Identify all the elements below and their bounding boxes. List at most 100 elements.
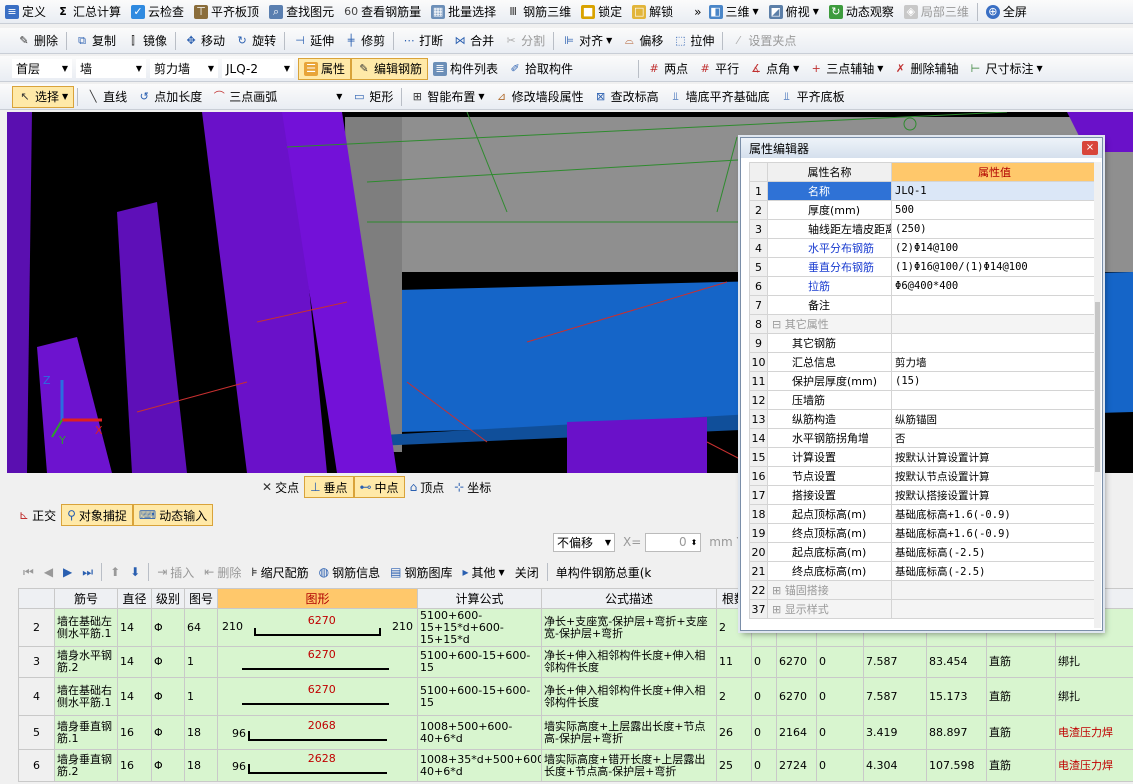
break-button[interactable]: ⋯ 打断 bbox=[397, 30, 448, 52]
move-down-button[interactable]: ⬇ bbox=[125, 561, 145, 583]
table-row[interactable]: 3 墙身水平钢筋.2 14 Φ 1 6270 5100+600-15+600-15 净长+伸入… bbox=[18, 646, 1133, 678]
align-button[interactable]: ⊫ 对齐 ▼ bbox=[557, 30, 617, 52]
property-row[interactable]: 19 终点顶标高(m) 基础底标高+1.6(-0.9) bbox=[749, 523, 1098, 543]
property-row[interactable]: 1 名称 JLQ-1 bbox=[749, 181, 1098, 201]
merge-button[interactable]: ⋈ 合并 bbox=[448, 30, 499, 52]
move-up-button[interactable]: ⬆ bbox=[105, 561, 125, 583]
close-grid-button[interactable]: 关闭 bbox=[510, 561, 544, 583]
property-value[interactable]: 基础底标高(-2.5) bbox=[891, 542, 1098, 562]
rebar-info-button[interactable]: ◍ 钢筋信息 bbox=[314, 561, 386, 583]
three-point-arc-button[interactable]: ⌒ 三点画弧 ▼ bbox=[207, 86, 347, 108]
table-row[interactable]: 5 墙身垂直钢筋.1 16 Φ 18 96 2068 1008+500+600-40+6*d 墙… bbox=[18, 715, 1133, 750]
subtype-select[interactable]: 剪力墙 ▼ bbox=[150, 59, 218, 78]
floor-select[interactable]: 首层 ▼ bbox=[12, 59, 72, 78]
prev-record-button[interactable]: ◀ bbox=[39, 561, 58, 583]
modify-wall-button[interactable]: ⊿ 修改墙段属性 bbox=[490, 86, 589, 108]
wall-bottom-align-button[interactable]: ⫫ 墙底平齐基础底 bbox=[664, 86, 775, 108]
property-value[interactable]: 纵筋锚固 bbox=[891, 409, 1098, 429]
scale-rebar-button[interactable]: ⊧ 缩尺配筋 bbox=[246, 561, 313, 583]
property-row[interactable]: 15 计算设置 按默认计算设置计算 bbox=[749, 447, 1098, 467]
align-slab-top-button[interactable]: ⊤ 平齐板顶 bbox=[189, 1, 264, 23]
delete-button[interactable]: ✎ 删除 bbox=[12, 30, 63, 52]
property-value[interactable] bbox=[891, 599, 1098, 619]
object-snap-button[interactable]: ⚲ 对象捕捉 bbox=[61, 504, 133, 526]
property-row[interactable]: 13 纵筋构造 纵筋锚固 bbox=[749, 409, 1098, 429]
property-row[interactable]: 17 搭接设置 按默认搭接设置计算 bbox=[749, 485, 1098, 505]
snap-vertex-button[interactable]: ⌂ 顶点 bbox=[405, 476, 450, 498]
property-row[interactable]: 8 ⊟ 其它属性 bbox=[749, 314, 1098, 334]
property-row[interactable]: 7 备注 bbox=[749, 295, 1098, 315]
property-value[interactable]: 500 bbox=[891, 200, 1098, 220]
property-scrollbar[interactable] bbox=[1094, 162, 1101, 628]
grid-delete-button[interactable]: ⇤ 删除 bbox=[199, 561, 246, 583]
view-3d-button[interactable]: ◧ 三维 ▼ bbox=[704, 1, 764, 23]
dynamic-input-button[interactable]: ⌨ 动态输入 bbox=[132, 504, 214, 526]
property-row[interactable]: 16 节点设置 按默认节点设置计算 bbox=[749, 466, 1098, 486]
property-value[interactable]: (250) bbox=[891, 219, 1098, 239]
set-grip-button[interactable]: ⁄ 设置夹点 bbox=[726, 30, 801, 52]
property-row[interactable]: 11 保护层厚度(mm) (15) bbox=[749, 371, 1098, 391]
last-record-button[interactable]: ⏭ bbox=[77, 561, 98, 583]
two-point-button[interactable]: # 两点 bbox=[642, 58, 693, 80]
property-row[interactable]: 22 ⊞ 锚固搭接 bbox=[749, 580, 1098, 600]
property-value[interactable]: 剪力墙 bbox=[891, 352, 1098, 372]
cloud-check-button[interactable]: ✓ 云检查 bbox=[126, 1, 189, 23]
property-value[interactable]: 基础底标高+1.6(-0.9) bbox=[891, 523, 1098, 543]
three-point-axis-button[interactable]: + 三点辅轴 ▼ bbox=[804, 58, 888, 80]
table-row[interactable]: 6 墙身垂直钢筋.2 16 Φ 18 96 2628 1008+35*d+500+600-40… bbox=[18, 749, 1133, 782]
dynamic-orbit-button[interactable]: ↻ 动态观察 bbox=[824, 1, 899, 23]
property-value[interactable] bbox=[891, 333, 1098, 353]
check-elevation-button[interactable]: ⊠ 查改标高 bbox=[589, 86, 664, 108]
scrollbar-thumb[interactable] bbox=[1095, 302, 1100, 472]
delete-axis-button[interactable]: ✗ 删除辅轴 bbox=[888, 58, 963, 80]
component-list-button[interactable]: ≣ 构件列表 bbox=[428, 58, 503, 80]
property-value[interactable]: 基础底标高+1.6(-0.9) bbox=[891, 504, 1098, 524]
parallel-button[interactable]: # 平行 bbox=[693, 58, 744, 80]
property-row[interactable]: 2 厚度(mm) 500 bbox=[749, 200, 1098, 220]
move-button[interactable]: ✥ 移动 bbox=[179, 30, 230, 52]
fullscreen-button[interactable]: ⊕ 全屏 bbox=[981, 1, 1032, 23]
edit-rebar-button[interactable]: ✎ 编辑钢筋 bbox=[351, 57, 429, 80]
next-record-button[interactable]: ▶ bbox=[58, 561, 77, 583]
property-value[interactable]: 按默认节点设置计算 bbox=[891, 466, 1098, 486]
local-3d-button[interactable]: ◈ 局部三维 bbox=[899, 1, 974, 23]
snap-coordinate-button[interactable]: ⊹ 坐标 bbox=[449, 476, 496, 498]
define-button[interactable]: ≡ 定义 bbox=[0, 1, 51, 23]
snap-intersection-button[interactable]: ✕ 交点 bbox=[257, 476, 304, 498]
x-offset-input[interactable]: 0 ⬍ bbox=[645, 532, 702, 552]
point-length-button[interactable]: ↺ 点加长度 bbox=[132, 86, 207, 108]
expand-icon[interactable]: ⊞ bbox=[772, 603, 785, 616]
stretch-button[interactable]: ⬚ 拉伸 bbox=[668, 30, 719, 52]
property-value[interactable]: 否 bbox=[891, 428, 1098, 448]
property-value[interactable]: (15) bbox=[891, 371, 1098, 391]
mirror-button[interactable]: ⫿ 镜像 bbox=[121, 30, 172, 52]
property-editor-titlebar[interactable]: 属性编辑器 × bbox=[741, 138, 1102, 158]
top-view-button[interactable]: ◩ 俯视 ▼ bbox=[764, 1, 824, 23]
insert-button[interactable]: ⇥ 插入 bbox=[152, 561, 199, 583]
overflow-chevron[interactable]: » bbox=[692, 1, 703, 23]
pick-component-button[interactable]: ✐ 拾取构件 bbox=[503, 58, 578, 80]
property-row[interactable]: 37 ⊞ 显示样式 bbox=[749, 599, 1098, 619]
property-value[interactable] bbox=[891, 314, 1098, 334]
property-value[interactable]: 基础底标高(-2.5) bbox=[891, 561, 1098, 581]
property-row[interactable]: 4 水平分布钢筋 (2)Φ14@100 bbox=[749, 238, 1098, 258]
snap-midpoint-button[interactable]: ⊷ 中点 bbox=[353, 476, 405, 498]
property-row[interactable]: 21 终点底标高(m) 基础底标高(-2.5) bbox=[749, 561, 1098, 581]
extend-button[interactable]: ⊣ 延伸 bbox=[288, 30, 339, 52]
property-row[interactable]: 3 轴线距左墙皮距离 (250) bbox=[749, 219, 1098, 239]
split-button[interactable]: ✂ 分割 bbox=[499, 30, 550, 52]
property-value[interactable]: JLQ-1 bbox=[891, 181, 1098, 201]
property-value[interactable]: (1)Φ16@100/(1)Φ14@100 bbox=[891, 257, 1098, 277]
summary-calc-button[interactable]: Σ 汇总计算 bbox=[51, 1, 126, 23]
property-row[interactable]: 9 其它钢筋 bbox=[749, 333, 1098, 353]
property-value[interactable]: 按默认搭接设置计算 bbox=[891, 485, 1098, 505]
property-value[interactable] bbox=[891, 295, 1098, 315]
close-icon[interactable]: × bbox=[1082, 141, 1098, 155]
property-row[interactable]: 6 拉筋 Φ6@400*400 bbox=[749, 276, 1098, 296]
property-row[interactable]: 20 起点底标高(m) 基础底标高(-2.5) bbox=[749, 542, 1098, 562]
snap-perpendicular-button[interactable]: ⊥ 垂点 bbox=[304, 476, 354, 498]
smart-layout-button[interactable]: ⊞ 智能布置 ▼ bbox=[405, 86, 489, 108]
batch-select-button[interactable]: ▦ 批量选择 bbox=[426, 1, 501, 23]
rotate-button[interactable]: ↻ 旋转 bbox=[230, 30, 281, 52]
align-floor-button[interactable]: ⫫ 平齐底板 bbox=[775, 86, 850, 108]
